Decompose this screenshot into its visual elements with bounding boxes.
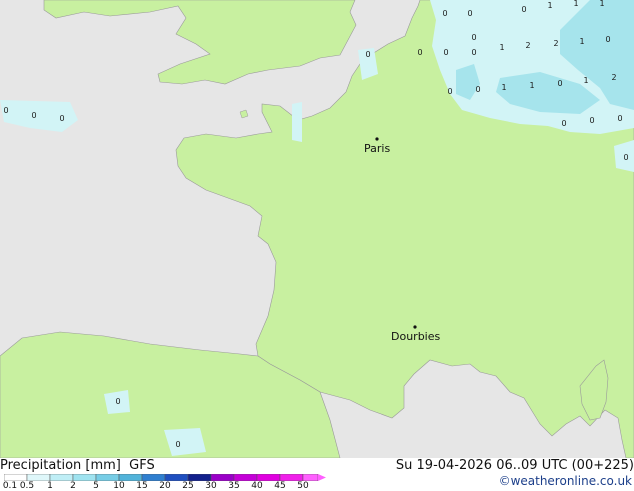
precip-value: 0 — [557, 79, 562, 88]
city-label-paris: Paris — [364, 142, 390, 155]
model-name: GFS — [129, 458, 155, 473]
precip-value: 0 — [365, 50, 370, 59]
precip-value: 1 — [499, 43, 504, 52]
color-scale-swatch — [233, 474, 258, 481]
precip-value: 0 — [59, 114, 64, 123]
color-scale-swatch — [26, 474, 51, 481]
precip-value: 0 — [175, 440, 180, 449]
color-scale-swatch — [4, 474, 28, 481]
color-scale-swatch — [118, 474, 143, 481]
precip-value: 1 — [529, 81, 534, 90]
precip-value: 0 — [447, 87, 452, 96]
precip-value: 0 — [605, 35, 610, 44]
color-scale-swatch — [210, 474, 235, 481]
precip-value: 0 — [589, 116, 594, 125]
precip-value: 1 — [599, 0, 604, 8]
precip-value: 2 — [553, 39, 558, 48]
legend-title-text: Precipitation [mm] — [0, 458, 121, 473]
precip-value: 2 — [525, 41, 530, 50]
color-scale-swatch — [279, 474, 304, 481]
precip-value: 0 — [561, 119, 566, 128]
precip-value: 0 — [471, 33, 476, 42]
color-scale-swatch — [302, 474, 319, 481]
precip-value: 0 — [417, 48, 422, 57]
city-label-dourbies: Dourbies — [391, 330, 441, 343]
color-scale-labels: 0.1 0.5 1 2 5 10 15 20 25 30 35 40 45 50 — [0, 481, 340, 491]
precip-value: 0 — [442, 9, 447, 18]
color-scale-swatch — [95, 474, 120, 481]
map-footer: Precipitation [mm] GFS Su 19-04-2026 06.… — [0, 458, 634, 491]
precip-value: 1 — [579, 37, 584, 46]
precip-value: 2 — [611, 73, 616, 82]
precip-value: 0 — [3, 106, 8, 115]
precip-value: 0 — [115, 397, 120, 406]
precip-value: 1 — [583, 76, 588, 85]
color-scale-swatch — [72, 474, 97, 481]
city-marker-dourbies — [413, 325, 417, 329]
precip-value: 0 — [617, 114, 622, 123]
color-scale-swatch — [164, 474, 189, 481]
precip-value: 0 — [521, 5, 526, 14]
precip-value: 0 — [623, 153, 628, 162]
color-scale-swatch — [49, 474, 74, 481]
valid-time: Su 19-04-2026 06..09 UTC (00+225) — [395, 458, 634, 473]
color-scale-arrow — [318, 474, 326, 481]
precipitation-map: 0 0 0 1 1 1 0 1 2 2 1 0 0 0 0 0 1 1 0 1 … — [0, 0, 634, 458]
color-scale-swatch — [187, 474, 212, 481]
precip-value: 1 — [547, 1, 552, 10]
color-scale-swatch — [256, 474, 281, 481]
precip-value: 0 — [475, 85, 480, 94]
precip-value: 0 — [443, 48, 448, 57]
precip-value: 0 — [31, 111, 36, 120]
precip-value: 1 — [501, 83, 506, 92]
color-scale-swatch — [141, 474, 166, 481]
precip-value: 0 — [467, 9, 472, 18]
precip-area-channel — [292, 102, 302, 142]
source-credit: ©weatheronline.co.uk — [498, 474, 632, 488]
precip-value: 0 — [471, 48, 476, 57]
city-marker-paris — [375, 137, 379, 141]
legend-title: Precipitation [mm] GFS — [0, 458, 155, 473]
precip-value: 1 — [573, 0, 578, 8]
color-scale — [4, 474, 326, 481]
